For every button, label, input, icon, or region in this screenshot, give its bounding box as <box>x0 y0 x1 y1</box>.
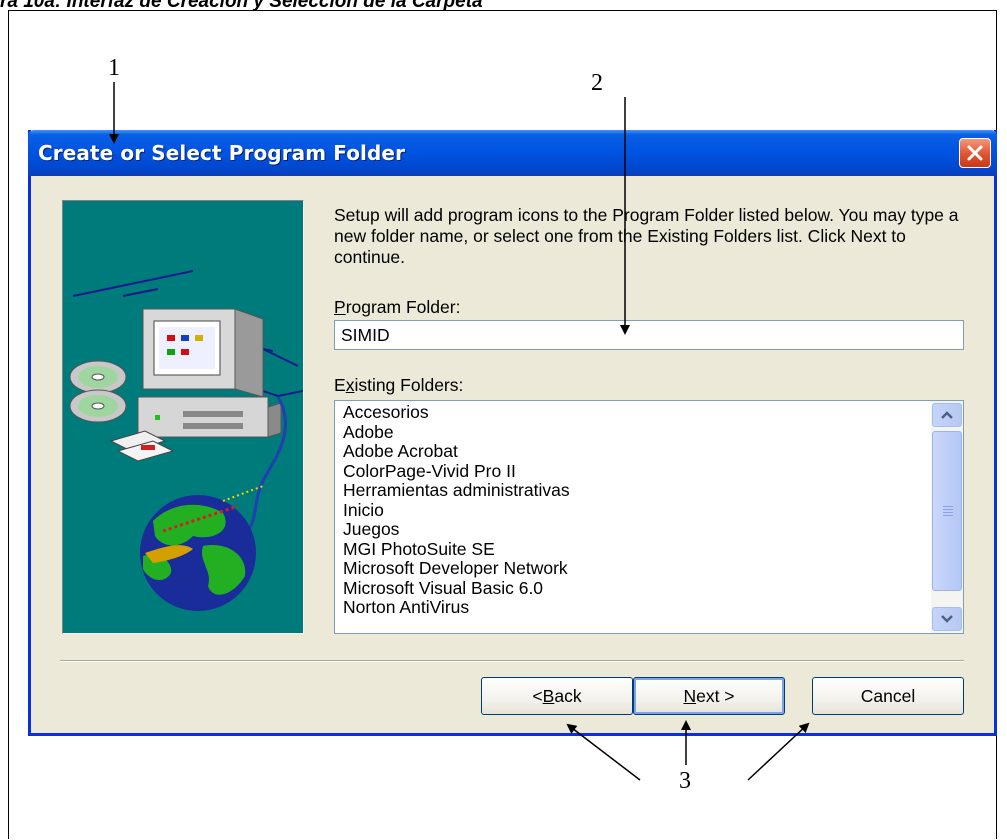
scroll-down-icon <box>941 615 953 623</box>
program-folder-label: Program Folder: <box>334 297 461 317</box>
cd-icon <box>69 360 127 423</box>
scroll-down-button[interactable] <box>932 607 962 631</box>
list-item[interactable]: Adobe <box>343 422 929 443</box>
scroll-up-icon <box>941 411 953 419</box>
cancel-button[interactable]: Cancel <box>812 677 964 715</box>
close-icon <box>967 145 983 161</box>
list-item[interactable]: Herramientas administrativas <box>343 480 929 501</box>
back-button[interactable]: < Back <box>481 677 633 715</box>
title-bar[interactable]: Create or Select Program Folder <box>28 130 997 176</box>
list-item[interactable]: Accesorios <box>343 402 929 423</box>
list-item[interactable]: Microsoft Developer Network <box>343 558 929 579</box>
computer-illustration <box>137 308 282 438</box>
existing-folders-label: Existing Folders: <box>334 375 464 395</box>
next-button[interactable]: Next > <box>633 677 785 715</box>
list-item[interactable]: Juegos <box>343 519 929 540</box>
list-item[interactable]: Norton AntiVirus <box>343 597 929 618</box>
vertical-scrollbar[interactable] <box>931 401 963 633</box>
button-separator <box>60 660 964 662</box>
list-item[interactable]: MGI PhotoSuite SE <box>343 539 929 560</box>
scroll-up-button[interactable] <box>932 403 962 427</box>
list-item[interactable]: Inicio <box>343 500 929 521</box>
dialog-title: Create or Select Program Folder <box>38 141 406 165</box>
annotation-3: 3 <box>679 768 691 794</box>
list-item[interactable]: ColorPage-Vivid Pro II <box>343 461 929 482</box>
setup-illustration <box>62 200 304 634</box>
list-item[interactable]: Microsoft Visual Basic 6.0 <box>343 578 929 599</box>
annotation-2: 2 <box>591 70 603 96</box>
close-button[interactable] <box>959 138 991 168</box>
globe-illustration <box>140 485 264 611</box>
list-item[interactable]: Adobe Acrobat <box>343 441 929 462</box>
existing-folders-list[interactable]: Accesorios Adobe Adobe Acrobat ColorPage… <box>334 400 964 634</box>
scroll-thumb[interactable] <box>932 431 962 591</box>
instructions-text: Setup will add program icons to the Prog… <box>334 205 959 267</box>
annotation-1: 1 <box>108 55 120 81</box>
program-folder-input[interactable] <box>334 320 964 350</box>
